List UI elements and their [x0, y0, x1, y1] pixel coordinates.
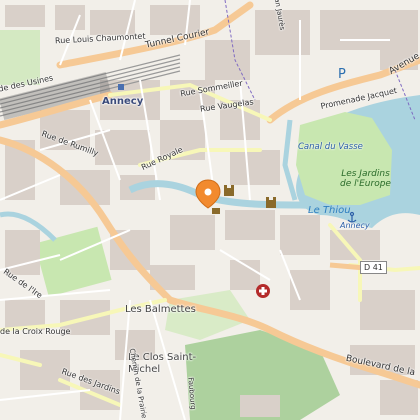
castle-icon — [212, 208, 220, 214]
label-canal-du-vasse: Canal du Vasse — [298, 142, 363, 152]
label-rue-de-la-croix-rouge: de la Croix Rouge — [0, 327, 71, 336]
train-station-icon — [118, 84, 124, 90]
label-annecy-station: Annecy — [102, 96, 144, 107]
hospital-icon — [256, 284, 270, 298]
parking-icon: P — [338, 67, 346, 82]
label-jardins-de-l-europe: Les Jardins de l'Europe — [340, 169, 391, 189]
label-d41: D 41 — [360, 261, 387, 274]
label-le-thiou: Le Thiou — [308, 205, 351, 216]
map-viewport[interactable]: Rue Louis Chaumontet Tunnel Courier de d… — [0, 0, 420, 420]
label-les-balmettes: Les Balmettes — [125, 304, 196, 315]
label-annecy-harbor: Annecy — [340, 221, 370, 230]
label-faubourg: Faubourg — [186, 376, 198, 410]
